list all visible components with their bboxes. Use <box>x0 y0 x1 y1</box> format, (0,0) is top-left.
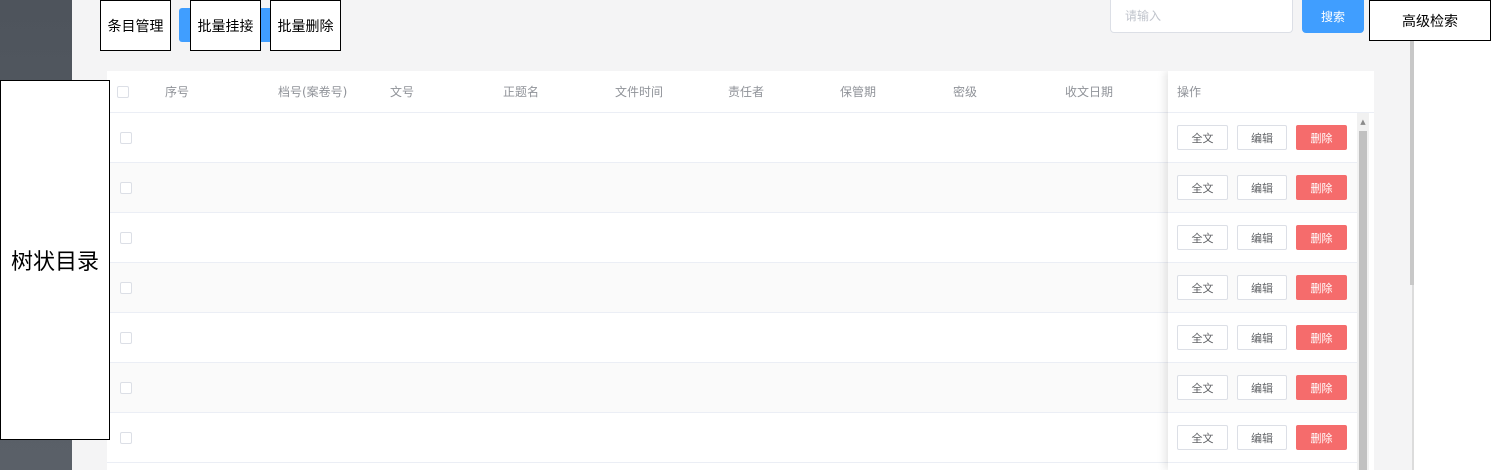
col-doc-no: 文号 <box>390 85 415 99</box>
col-archive-no: 档号(案卷号) <box>278 85 348 99</box>
row-checkbox[interactable] <box>120 382 132 394</box>
row-checkbox[interactable] <box>120 332 132 344</box>
row-checkbox[interactable] <box>120 182 132 194</box>
scroll-up-arrow-icon[interactable]: ▲ <box>1357 118 1369 126</box>
table-scrollbar-thumb[interactable] <box>1359 131 1367 470</box>
operations-column: 操作 全文 编辑 删除 全文 编辑 删除 全文 编辑 删除 全文 编辑 删除 全文 编辑 删除 全文 编辑 删除全… <box>1168 71 1374 470</box>
table-row[interactable] <box>107 363 1168 413</box>
operations-cell: 全文 编辑 删除 <box>1168 213 1357 263</box>
page-scrollbar-thumb[interactable] <box>1410 40 1414 285</box>
table-row[interactable] <box>107 413 1168 463</box>
row-checkbox[interactable] <box>120 432 132 444</box>
fulltext-button[interactable]: 全文 <box>1177 275 1228 300</box>
fulltext-button[interactable]: 全文 <box>1177 425 1228 450</box>
edit-button[interactable]: 编辑 <box>1237 225 1287 250</box>
col-file-time: 文件时间 <box>615 85 664 99</box>
records-table: 序号 档号(案卷号) 文号 正题名 文件时间 责任者 保管期 密级 收文日期 操… <box>107 71 1374 470</box>
operations-cell: 全文 编辑 删除 <box>1168 263 1357 313</box>
delete-button[interactable]: 删除 <box>1296 175 1347 200</box>
delete-button[interactable]: 删除 <box>1296 375 1347 400</box>
edit-button[interactable]: 编辑 <box>1237 125 1287 150</box>
table-row[interactable] <box>107 263 1168 313</box>
row-checkbox[interactable] <box>120 132 132 144</box>
fulltext-button[interactable]: 全文 <box>1177 225 1228 250</box>
table-row[interactable] <box>107 313 1168 363</box>
edit-button[interactable]: 编辑 <box>1237 175 1287 200</box>
col-title: 正题名 <box>503 85 540 99</box>
delete-button[interactable]: 删除 <box>1296 425 1347 450</box>
fulltext-button[interactable]: 全文 <box>1177 125 1228 150</box>
operations-header: 操作 <box>1168 71 1374 113</box>
select-all-checkbox[interactable] <box>117 86 129 98</box>
row-checkbox[interactable] <box>120 232 132 244</box>
table-row[interactable] <box>107 213 1168 263</box>
fulltext-button[interactable]: 全文 <box>1177 375 1228 400</box>
edit-button[interactable]: 编辑 <box>1237 375 1287 400</box>
col-secret-level: 密级 <box>953 85 978 99</box>
operations-cell: 全文 编辑 删除 <box>1168 163 1357 213</box>
tree-directory[interactable]: 树状目录 <box>0 80 110 440</box>
table-row[interactable] <box>107 163 1168 213</box>
delete-button[interactable]: 删除 <box>1296 125 1347 150</box>
operations-cell: 全文 编辑 删除 <box>1168 313 1357 363</box>
col-responsible: 责任者 <box>728 85 765 99</box>
delete-button[interactable]: 删除 <box>1296 325 1347 350</box>
right-pane <box>1412 0 1491 470</box>
operations-cell: 全文 编辑 删除 <box>1168 363 1357 413</box>
delete-button[interactable]: 删除 <box>1296 225 1347 250</box>
edit-button[interactable]: 编辑 <box>1237 275 1287 300</box>
table-row[interactable] <box>107 113 1168 163</box>
advanced-search-button[interactable]: 高级检索 <box>1369 0 1491 41</box>
col-serial: 序号 <box>165 85 190 99</box>
search-button[interactable]: 搜索 <box>1302 0 1364 33</box>
operations-cell: 全文 编辑 删除 <box>1168 413 1357 463</box>
row-checkbox[interactable] <box>120 282 132 294</box>
edit-button[interactable]: 编辑 <box>1237 425 1287 450</box>
batch-attach-button[interactable]: 批量挂接 <box>190 0 261 51</box>
batch-delete-button[interactable]: 批量删除 <box>270 0 341 51</box>
table-scrollbar[interactable]: ▲ <box>1357 113 1369 470</box>
col-receive-date: 收文日期 <box>1065 85 1114 99</box>
col-operations: 操作 <box>1177 85 1202 99</box>
col-retention: 保管期 <box>840 85 877 99</box>
operations-cell: 全文 编辑 删除 <box>1168 113 1357 163</box>
entry-manage-button[interactable]: 条目管理 <box>100 0 171 51</box>
edit-button[interactable]: 编辑 <box>1237 325 1287 350</box>
delete-button[interactable]: 删除 <box>1296 275 1347 300</box>
search-input[interactable] <box>1110 0 1293 33</box>
fulltext-button[interactable]: 全文 <box>1177 325 1228 350</box>
fulltext-button[interactable]: 全文 <box>1177 175 1228 200</box>
